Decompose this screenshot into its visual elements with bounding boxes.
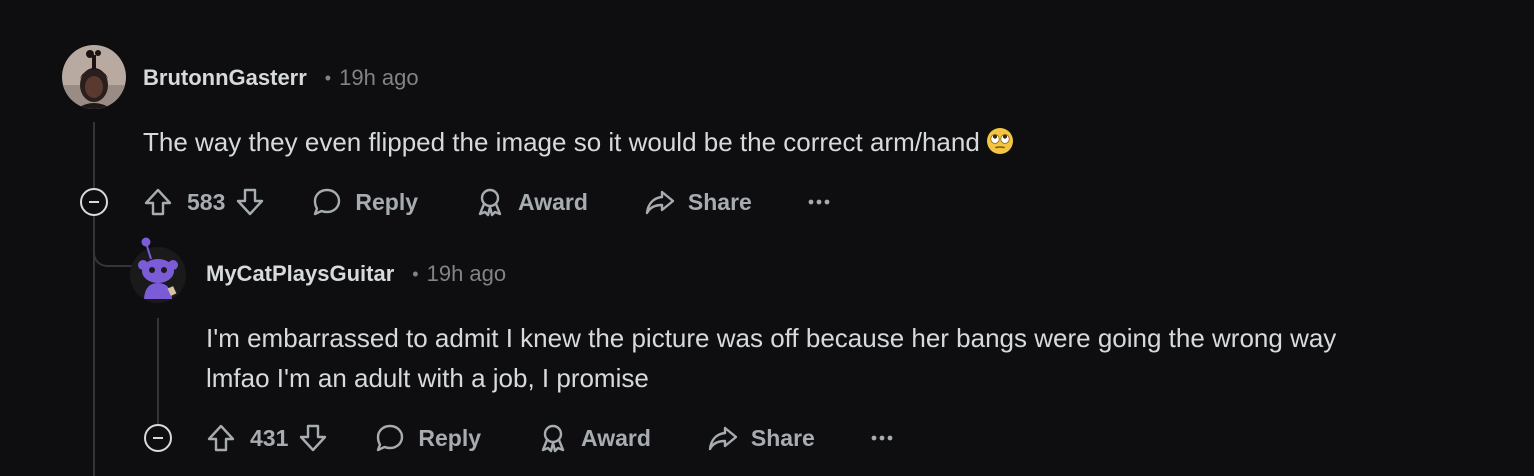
separator-dot: • <box>412 263 419 284</box>
reply-button[interactable]: Reply <box>311 186 418 218</box>
share-arrow-icon <box>707 422 739 454</box>
reply-button[interactable]: Reply <box>374 422 481 454</box>
award-button[interactable]: Award <box>474 186 588 218</box>
reply-label: Reply <box>355 188 419 215</box>
comment-body: I'm embarrassed to admit I knew the pict… <box>206 318 1336 398</box>
user-photo-avatar-icon <box>62 45 126 109</box>
award-button[interactable]: Award <box>537 422 651 454</box>
vote-group: 583 <box>143 187 265 217</box>
more-dots-icon <box>871 434 893 442</box>
upvote-icon[interactable] <box>206 423 236 453</box>
comment-header: MyCatPlaysGuitar • 19h ago <box>206 259 506 289</box>
share-button[interactable]: Share <box>644 186 752 218</box>
share-label: Share <box>750 424 815 451</box>
comment-text-line: I'm embarrassed to admit I knew the pict… <box>206 323 1337 353</box>
collapse-thread-button[interactable] <box>80 188 108 216</box>
downvote-icon[interactable] <box>298 423 328 453</box>
comment-header: BrutonnGasterr • 19h ago <box>143 63 419 93</box>
username[interactable]: MyCatPlaysGuitar <box>206 261 394 287</box>
more-options-button[interactable] <box>871 434 893 442</box>
reply-label: Reply <box>418 424 482 451</box>
snoo-avatar-icon <box>130 237 186 303</box>
comment-text: The way they even flipped the image so i… <box>143 127 980 157</box>
comment-text-line: lmfao I'm an adult with a job, I promise <box>206 363 649 393</box>
minus-icon <box>89 201 99 203</box>
vote-count: 583 <box>187 188 226 215</box>
minus-icon <box>153 437 163 439</box>
collapse-thread-button[interactable] <box>144 424 172 452</box>
avatar[interactable] <box>62 45 126 109</box>
share-button[interactable]: Share <box>707 422 815 454</box>
timestamp[interactable]: 19h ago <box>427 261 507 287</box>
avatar[interactable] <box>129 237 187 303</box>
thread-elbow <box>93 215 133 267</box>
upvote-icon[interactable] <box>143 187 173 217</box>
thread-line-reply <box>157 318 159 428</box>
timestamp[interactable]: 19h ago <box>339 65 419 91</box>
award-icon <box>537 422 569 454</box>
award-icon <box>474 186 506 218</box>
action-bar: 583 Reply Award Share <box>143 182 830 222</box>
share-arrow-icon <box>644 186 676 218</box>
award-label: Award <box>581 424 651 451</box>
more-options-button[interactable] <box>808 198 830 206</box>
comment-bubble-icon <box>311 186 343 218</box>
eye-roll-emoji-icon <box>986 126 1014 166</box>
username[interactable]: BrutonnGasterr <box>143 65 307 91</box>
more-dots-icon <box>808 198 830 206</box>
award-label: Award <box>518 188 588 215</box>
vote-count: 431 <box>250 424 289 451</box>
vote-group: 431 <box>206 423 328 453</box>
comment-bubble-icon <box>374 422 406 454</box>
comment-body: The way they even flipped the image so i… <box>143 122 1014 166</box>
share-label: Share <box>687 188 752 215</box>
thread-line-main <box>93 122 95 476</box>
action-bar: 431 Reply Award Share <box>206 418 893 458</box>
separator-dot: • <box>324 67 332 88</box>
downvote-icon[interactable] <box>235 187 265 217</box>
